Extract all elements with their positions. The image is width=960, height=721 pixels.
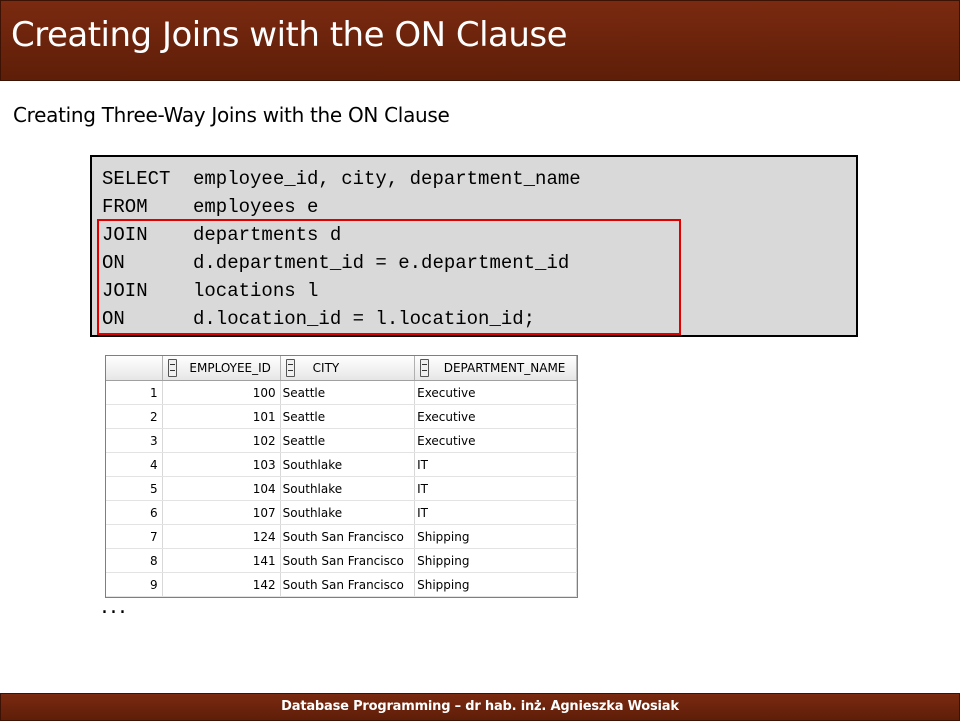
department-name-cell[interactable]: Executive — [414, 380, 577, 405]
row-number: 6 — [106, 500, 163, 525]
sql-keyword: FROM — [102, 196, 148, 218]
code-line: FROM employees e — [102, 193, 318, 221]
department-name-cell[interactable]: Shipping — [414, 524, 577, 549]
column-header-city[interactable]: CITY — [280, 356, 416, 381]
slide-title: Creating Joins with the ON Clause — [11, 15, 568, 55]
code-line: SELECT employee_id, city, department_name — [102, 165, 581, 193]
sql-text: employee_id, city, department_name — [193, 168, 581, 190]
grid-header-row: EMPLOYEE_ID CITY DEPARTMENT_NAME — [106, 356, 577, 381]
city-cell[interactable]: Seattle — [280, 404, 416, 429]
sort-icon[interactable] — [285, 359, 295, 377]
table-row[interactable]: 2 101 Seattle Executive — [106, 404, 577, 429]
employee-id-cell[interactable]: 102 — [162, 428, 281, 453]
employee-id-cell[interactable]: 107 — [162, 500, 281, 525]
sort-icon[interactable] — [420, 359, 430, 377]
row-number-header — [106, 356, 163, 381]
employee-id-cell[interactable]: 100 — [162, 380, 281, 405]
sql-text: employees e — [193, 196, 319, 218]
join-highlight-box — [97, 219, 681, 335]
department-name-cell[interactable]: Shipping — [414, 548, 577, 573]
row-number: 8 — [106, 548, 163, 573]
table-row[interactable]: 8 141 South San Francisco Shipping — [106, 548, 577, 573]
sql-keyword: SELECT — [102, 168, 171, 190]
table-row[interactable]: 5 104 Southlake IT — [106, 476, 577, 501]
column-header-label: DEPARTMENT_NAME — [443, 361, 566, 375]
department-name-cell[interactable]: IT — [414, 452, 577, 477]
department-name-cell[interactable]: IT — [414, 500, 577, 525]
row-number: 9 — [106, 572, 163, 597]
row-number: 3 — [106, 428, 163, 453]
table-row[interactable]: 9 142 South San Francisco Shipping — [106, 572, 577, 597]
employee-id-cell[interactable]: 124 — [162, 524, 281, 549]
slide-subtitle: Creating Three-Way Joins with the ON Cla… — [13, 103, 450, 127]
more-rows-ellipsis: ... — [101, 594, 128, 619]
table-row[interactable]: 1 100 Seattle Executive — [106, 380, 577, 405]
department-name-cell[interactable]: Shipping — [414, 572, 577, 597]
row-number: 4 — [106, 452, 163, 477]
city-cell[interactable]: South San Francisco — [280, 548, 416, 573]
column-header-label: CITY — [312, 361, 340, 375]
footer-text: Database Programming – dr hab. inż. Agni… — [281, 699, 679, 714]
city-cell[interactable]: Southlake — [280, 476, 416, 501]
sort-icon[interactable] — [167, 359, 177, 377]
employee-id-cell[interactable]: 103 — [162, 452, 281, 477]
row-number: 1 — [106, 380, 163, 405]
city-cell[interactable]: Seattle — [280, 428, 416, 453]
employee-id-cell[interactable]: 104 — [162, 476, 281, 501]
row-number: 2 — [106, 404, 163, 429]
city-cell[interactable]: South San Francisco — [280, 524, 416, 549]
row-number: 5 — [106, 476, 163, 501]
result-grid[interactable]: EMPLOYEE_ID CITY DEPARTMENT_NAME 1 100 Sea… — [105, 355, 578, 598]
table-row[interactable]: 4 103 Southlake IT — [106, 452, 577, 477]
result-table: EMPLOYEE_ID CITY DEPARTMENT_NAME 1 100 Sea… — [106, 356, 577, 597]
column-header-label: EMPLOYEE_ID — [189, 361, 271, 375]
row-number: 7 — [106, 524, 163, 549]
employee-id-cell[interactable]: 142 — [162, 572, 281, 597]
city-cell[interactable]: Southlake — [280, 452, 416, 477]
employee-id-cell[interactable]: 141 — [162, 548, 281, 573]
table-row[interactable]: 3 102 Seattle Executive — [106, 428, 577, 453]
department-name-cell[interactable]: Executive — [414, 404, 577, 429]
city-cell[interactable]: Seattle — [280, 380, 416, 405]
table-row[interactable]: 7 124 South San Francisco Shipping — [106, 524, 577, 549]
department-name-cell[interactable]: Executive — [414, 428, 577, 453]
table-row[interactable]: 6 107 Southlake IT — [106, 500, 577, 525]
city-cell[interactable]: Southlake — [280, 500, 416, 525]
city-cell[interactable]: South San Francisco — [280, 572, 416, 597]
title-bar: Creating Joins with the ON Clause — [0, 0, 960, 81]
footer-bar: Database Programming – dr hab. inż. Agni… — [0, 693, 960, 721]
column-header-employee-id[interactable]: EMPLOYEE_ID — [162, 356, 281, 381]
employee-id-cell[interactable]: 101 — [162, 404, 281, 429]
column-header-department-name[interactable]: DEPARTMENT_NAME — [414, 356, 577, 381]
department-name-cell[interactable]: IT — [414, 476, 577, 501]
